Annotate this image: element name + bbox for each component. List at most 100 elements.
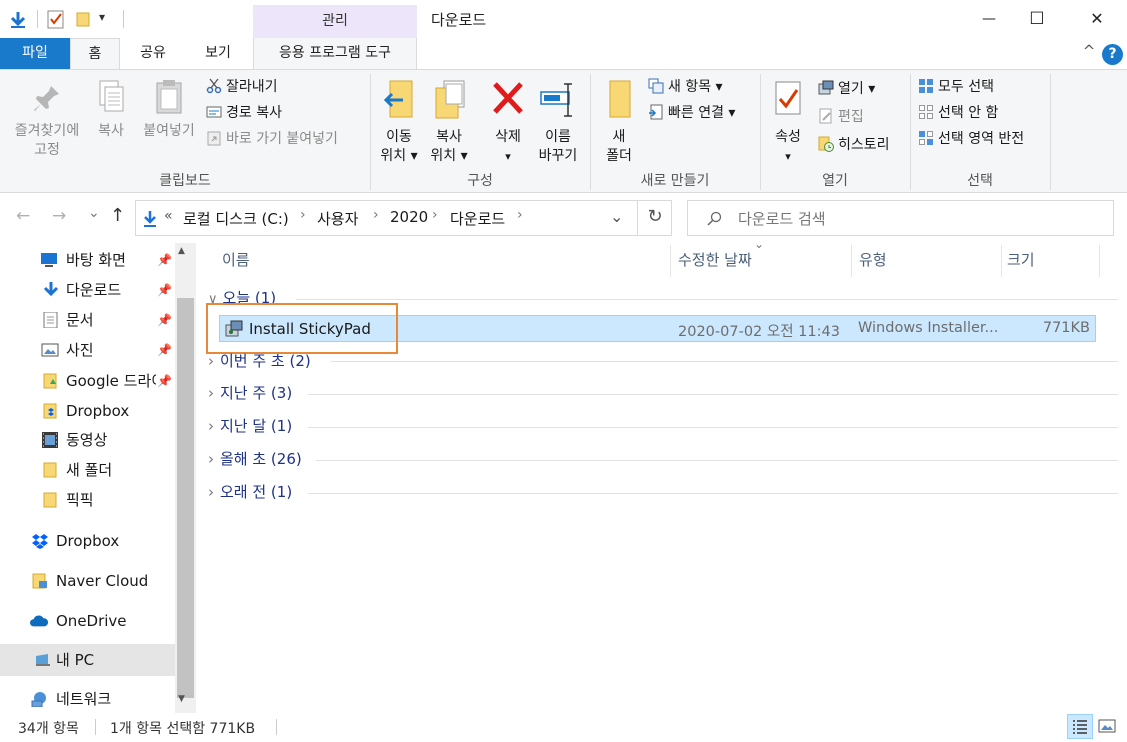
refresh-button[interactable]: ↻ xyxy=(637,200,672,236)
nav-item-google-drive[interactable]: Google 드라이브 📌 xyxy=(0,366,175,396)
navigation-pane: 바탕 화면 📌 다운로드 📌 문서 📌 사진 📌 Google 드라이브 📌 D… xyxy=(0,243,196,713)
nav-item-videos[interactable]: 동영상 xyxy=(0,425,175,455)
column-header-modified[interactable]: 수정한 날짜 xyxy=(678,243,752,277)
nav-item-pictures[interactable]: 사진 📌 xyxy=(0,335,175,365)
group-header-early-year[interactable]: › 올해 초 (26) xyxy=(208,444,302,474)
nav-item-label: 다운로드 xyxy=(66,281,122,299)
tab-file[interactable]: 파일 xyxy=(0,38,70,70)
select-none-button[interactable]: 선택 안 함 xyxy=(918,102,998,124)
group-label: 오래 전 (1) xyxy=(220,483,293,501)
network-icon xyxy=(31,692,46,707)
tab-home[interactable]: 홈 xyxy=(70,38,120,70)
nav-item-label: Naver Cloud xyxy=(56,572,149,590)
breadcrumb-separator[interactable]: › xyxy=(517,207,523,223)
recent-locations-button[interactable]: ⌄ xyxy=(88,205,100,221)
nav-item-naver-cloud[interactable]: Naver Cloud xyxy=(0,566,175,596)
new-item-button[interactable]: 새 항목 ▾ xyxy=(648,76,723,98)
group-header-this-week[interactable]: › 이번 주 초 (2) xyxy=(208,346,311,376)
paste-shortcut-button[interactable]: 바로 가기 붙여넣기 xyxy=(206,128,338,150)
chevron-right-icon: › xyxy=(208,352,214,370)
breadcrumb-overflow[interactable]: « xyxy=(164,208,173,224)
new-folder-qat-icon[interactable] xyxy=(75,11,91,27)
column-header-type[interactable]: 유형 xyxy=(859,243,887,277)
new-folder-button[interactable]: 새 폴더 xyxy=(597,78,641,166)
forward-button[interactable]: → xyxy=(52,206,66,226)
back-button[interactable]: ← xyxy=(16,206,30,226)
ribbon-collapse-button[interactable]: ^ xyxy=(1080,42,1098,66)
edit-button[interactable]: 편집 xyxy=(818,106,864,128)
close-button[interactable]: ✕ xyxy=(1074,0,1120,38)
maximize-button[interactable]: ☐ xyxy=(1014,0,1060,38)
nav-item-dropbox[interactable]: Dropbox xyxy=(0,526,175,556)
paste-shortcut-label: 바로 가기 붙여넣기 xyxy=(226,131,338,147)
nav-item-network[interactable]: 네트워크 xyxy=(0,684,175,714)
large-icons-view-button[interactable] xyxy=(1097,716,1119,738)
qat-downloads-icon[interactable] xyxy=(8,10,28,30)
chevron-right-icon: › xyxy=(208,384,214,402)
tab-share[interactable]: 공유 xyxy=(127,38,179,70)
properties-check-icon[interactable] xyxy=(47,9,65,29)
naver-cloud-folder-icon xyxy=(32,573,47,589)
nav-item-picpick[interactable]: 픽픽 xyxy=(0,485,175,515)
breadcrumb-separator[interactable]: › xyxy=(432,207,438,223)
installer-icon xyxy=(818,80,834,95)
scroll-up-button[interactable]: ▲ xyxy=(178,246,185,256)
breadcrumb-separator[interactable]: › xyxy=(300,207,306,223)
address-history-dropdown[interactable]: ⌄ xyxy=(610,207,623,226)
copy-path-button[interactable]: 경로 복사 xyxy=(206,102,282,124)
breadcrumb-drive[interactable]: 로컬 디스크 (C:) xyxy=(183,208,289,229)
nav-item-onedrive[interactable]: OneDrive xyxy=(0,606,175,636)
nav-item-new-folder[interactable]: 새 폴더 xyxy=(0,455,175,485)
nav-item-this-pc[interactable]: 내 PC xyxy=(0,644,175,676)
nav-item-dropbox-quick[interactable]: Dropbox xyxy=(0,396,175,426)
nav-item-desktop[interactable]: 바탕 화면 📌 xyxy=(0,245,175,275)
pin-icon: 📌 xyxy=(157,343,172,357)
group-header-last-week[interactable]: › 지난 주 (3) xyxy=(208,378,292,408)
invert-selection-button[interactable]: 선택 영역 반전 xyxy=(918,128,1024,150)
copy-to-button[interactable]: 복사 위치 ▾ xyxy=(426,78,472,166)
column-divider[interactable] xyxy=(851,245,852,277)
onedrive-cloud-icon xyxy=(30,615,48,627)
qat-customize-button[interactable]: ▾ xyxy=(99,10,105,24)
select-all-button[interactable]: 모두 선택 xyxy=(918,76,994,98)
column-header-name[interactable]: 이름 xyxy=(222,243,250,277)
address-bar[interactable]: « 로컬 디스크 (C:) › 사용자 › 2020 › 다운로드 › ⌄ xyxy=(135,200,672,236)
column-divider[interactable] xyxy=(1001,245,1002,277)
nav-scrollbar-thumb[interactable] xyxy=(177,298,194,698)
properties-button[interactable]: 속성 ▾ xyxy=(766,78,810,166)
breadcrumb-users[interactable]: 사용자 xyxy=(317,208,358,229)
breadcrumb-downloads[interactable]: 다운로드 xyxy=(450,208,505,229)
nav-item-downloads[interactable]: 다운로드 📌 xyxy=(0,275,175,305)
easy-access-button[interactable]: 빠른 연결 ▾ xyxy=(648,102,735,124)
properties-label: 속성 xyxy=(775,129,801,145)
history-button[interactable]: 히스토리 xyxy=(818,134,890,156)
status-divider xyxy=(95,719,96,735)
details-view-button[interactable] xyxy=(1067,714,1093,739)
tab-view[interactable]: 보기 xyxy=(192,38,244,70)
group-header-long-ago[interactable]: › 오래 전 (1) xyxy=(208,477,292,507)
rename-button[interactable]: 이름 바꾸기 xyxy=(532,78,584,166)
minimize-button[interactable]: — xyxy=(966,0,1012,38)
delete-button[interactable]: 삭제 ▾ xyxy=(487,78,529,166)
search-box[interactable]: 다운로드 검색 xyxy=(687,200,1114,236)
paste-button[interactable]: 붙여넣기 xyxy=(138,78,200,141)
column-header-size[interactable]: 크기 xyxy=(1007,243,1035,277)
open-button[interactable]: 열기 ▾ xyxy=(818,78,875,100)
breadcrumb-separator[interactable]: › xyxy=(373,207,379,223)
rename-label-2: 바꾸기 xyxy=(538,148,578,164)
tab-app-tools[interactable]: 응용 프로그램 도구 xyxy=(253,38,417,70)
cut-button[interactable]: 잘라내기 xyxy=(206,76,278,98)
group-header-last-month[interactable]: › 지난 달 (1) xyxy=(208,411,292,441)
move-to-button[interactable]: 이동 위치 ▾ xyxy=(376,78,422,166)
column-divider[interactable] xyxy=(670,245,671,277)
up-button[interactable]: ↑ xyxy=(110,205,125,226)
breadcrumb-2020[interactable]: 2020 xyxy=(390,208,428,226)
copy-button[interactable]: 복사 xyxy=(90,78,132,141)
nav-item-documents[interactable]: 문서 📌 xyxy=(0,305,175,335)
dropbox-icon xyxy=(32,534,48,549)
column-divider[interactable] xyxy=(1099,245,1100,277)
help-button[interactable]: ? xyxy=(1102,44,1123,65)
pin-to-quick-access-button[interactable]: 즐겨찾기에 고정 xyxy=(6,82,88,160)
scroll-down-button[interactable]: ▼ xyxy=(178,694,185,704)
group-divider xyxy=(308,427,1118,428)
